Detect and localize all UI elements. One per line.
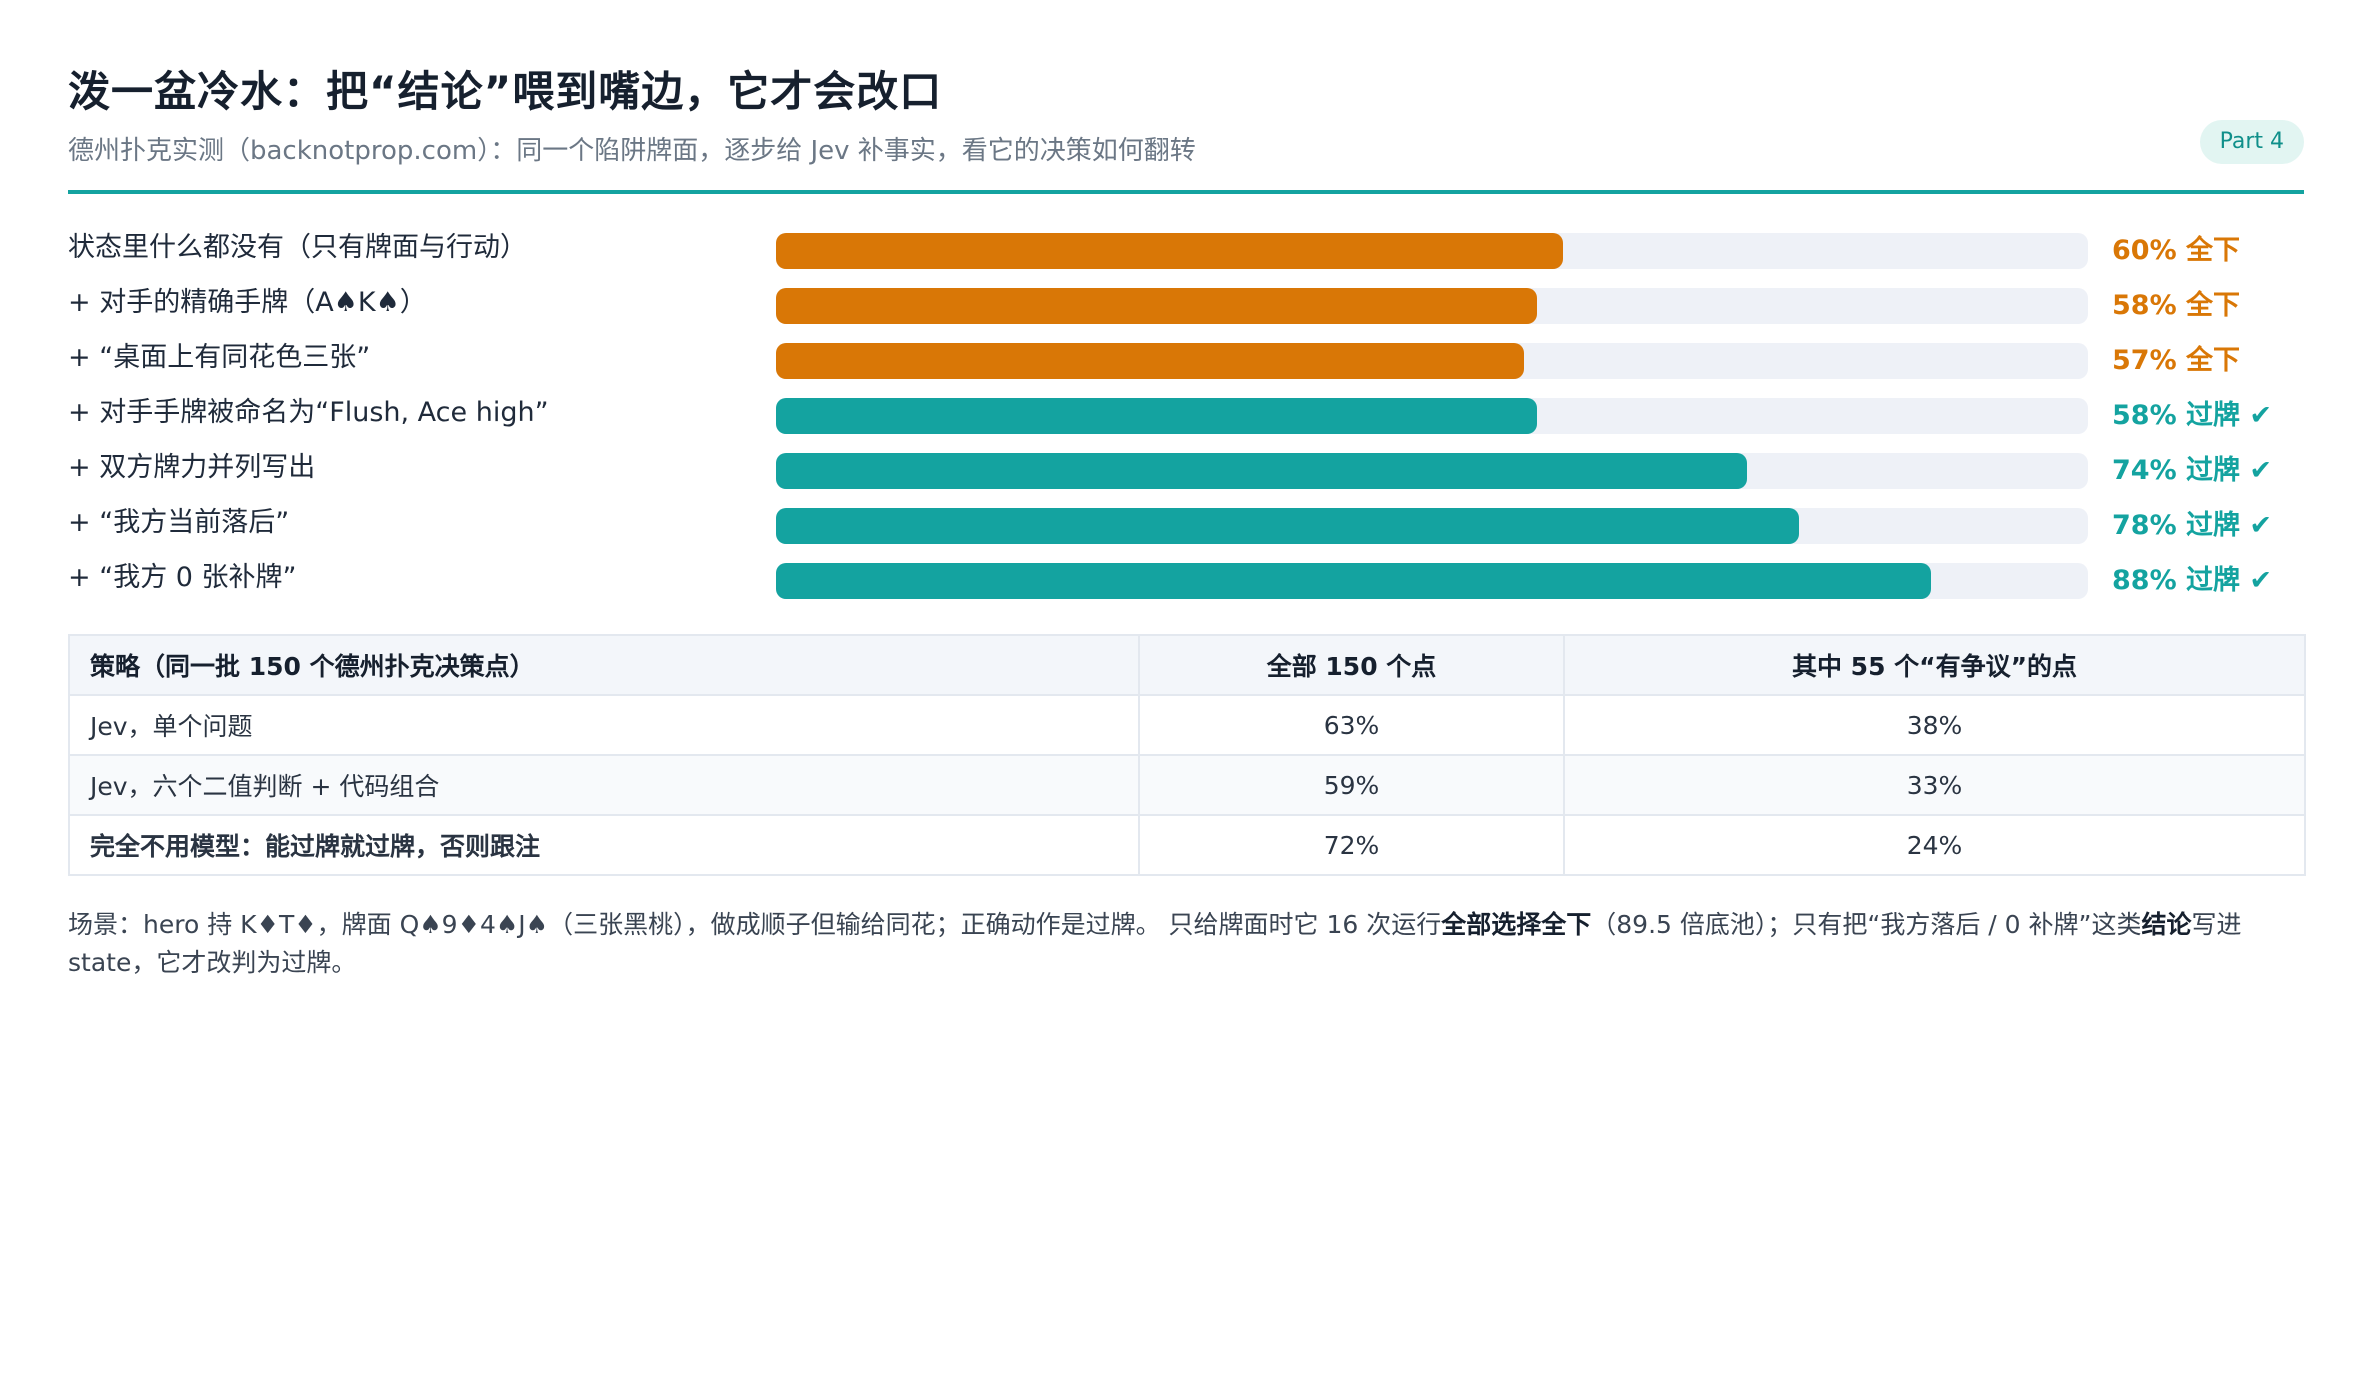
bar-value-label: 58% 全下 [2112, 290, 2241, 321]
note-bold-2: 结论 [2141, 910, 2192, 939]
bar-track [776, 288, 2088, 324]
bar-row: + 对手的精确手牌（A♠K♠） 58% 全下 [68, 283, 2304, 324]
bar-value-label: 74% 过牌 ✔ [2112, 455, 2273, 486]
bar-track [776, 398, 2088, 434]
bar-row: + “桌面上有同花色三张” 57% 全下 [68, 338, 2304, 379]
bar-track [776, 453, 2088, 489]
bar-row: + 对手手牌被命名为“Flush, Ace high” 58% 过牌 ✔ [68, 393, 2304, 434]
bar [776, 343, 1524, 379]
bar-track [776, 563, 2088, 599]
bar-row: 状态里什么都没有（只有牌面与行动） 60% 全下 [68, 228, 2304, 269]
bar-value-label: 88% 过牌 ✔ [2112, 565, 2273, 596]
table-header-all-points: 全部 150 个点 [1138, 634, 1565, 696]
note-text-1: 场景：hero 持 K♦T♦，牌面 Q♠9♦4♠J♠（三张黑桃），做成顺子但输给… [68, 910, 1442, 939]
bar [776, 563, 1931, 599]
table-header-row: 策略（同一批 150 个德州扑克决策点） 全部 150 个点 其中 55 个“有… [68, 634, 2306, 696]
table-row: 完全不用模型：能过牌就过牌，否则跟注 72% 24% [68, 814, 2306, 876]
header: 泼一盆冷水：把“结论”喂到嘴边，它才会改口 德州扑克实测（backnotprop… [68, 58, 2304, 194]
bar [776, 453, 1747, 489]
bar-label: + 双方牌力并列写出 [68, 452, 316, 483]
page-subtitle: 德州扑克实测（backnotprop.com）：同一个陷阱牌面，逐步给 Jev … [68, 136, 1196, 166]
bar-label: 状态里什么都没有（只有牌面与行动） [68, 232, 527, 263]
table-cell-strategy: Jev，单个问题 [68, 694, 1140, 756]
page-title: 泼一盆冷水：把“结论”喂到嘴边，它才会改口 [68, 67, 943, 116]
bar [776, 398, 1537, 434]
note-bold-1: 全部选择全下 [1441, 910, 1592, 939]
strategy-table: 策略（同一批 150 个德州扑克决策点） 全部 150 个点 其中 55 个“有… [68, 634, 2306, 876]
bar-track [776, 508, 2088, 544]
decision-bar-chart: 状态里什么都没有（只有牌面与行动） 60% 全下 + 对手的精确手牌（A♠K♠） 58… [68, 228, 2304, 608]
table-cell-disputed: 38% [1563, 694, 2306, 756]
bar-row: + 双方牌力并列写出 74% 过牌 ✔ [68, 448, 2304, 489]
bar [776, 508, 1799, 544]
note-text-2: （89.5 倍底池）；只有把“我方落后 / 0 补牌”这类 [1591, 910, 2142, 939]
table-cell-all: 63% [1138, 694, 1565, 756]
table-row: Jev，六个二值判断 + 代码组合 59% 33% [68, 754, 2306, 816]
bar-label: + “桌面上有同花色三张” [68, 342, 371, 373]
bar-value-label: 60% 全下 [2112, 235, 2241, 266]
bar-label: + “我方 0 张补牌” [68, 562, 297, 593]
table-cell-all: 59% [1138, 754, 1565, 816]
bar-label: + 对手的精确手牌（A♠K♠） [68, 287, 427, 318]
bar-value-label: 57% 全下 [2112, 345, 2241, 376]
bar-track [776, 343, 2088, 379]
table-row: Jev，单个问题 63% 38% [68, 694, 2306, 756]
table-cell-disputed: 33% [1563, 754, 2306, 816]
table-cell-strategy: Jev，六个二值判断 + 代码组合 [68, 754, 1140, 816]
bar-label: + 对手手牌被命名为“Flush, Ace high” [68, 397, 549, 428]
scenario-note: 场景：hero 持 K♦T♦，牌面 Q♠9♦4♠J♠（三张黑桃），做成顺子但输给… [68, 906, 2304, 982]
table-header-strategy: 策略（同一批 150 个德州扑克决策点） [68, 634, 1140, 696]
bar [776, 233, 1563, 269]
table-cell-all: 72% [1138, 814, 1565, 876]
bar-row: + “我方 0 张补牌” 88% 过牌 ✔ [68, 558, 2304, 599]
bar-value-label: 58% 过牌 ✔ [2112, 400, 2273, 431]
bar-label: + “我方当前落后” [68, 507, 290, 538]
table-header-disputed-points: 其中 55 个“有争议”的点 [1563, 634, 2306, 696]
table-cell-disputed: 24% [1563, 814, 2306, 876]
bar-track [776, 233, 2088, 269]
part-badge: Part 4 [2199, 120, 2304, 164]
bar-value-label: 78% 过牌 ✔ [2112, 510, 2273, 541]
bar-row: + “我方当前落后” 78% 过牌 ✔ [68, 503, 2304, 544]
table-cell-strategy: 完全不用模型：能过牌就过牌，否则跟注 [68, 814, 1140, 876]
bar [776, 288, 1537, 324]
